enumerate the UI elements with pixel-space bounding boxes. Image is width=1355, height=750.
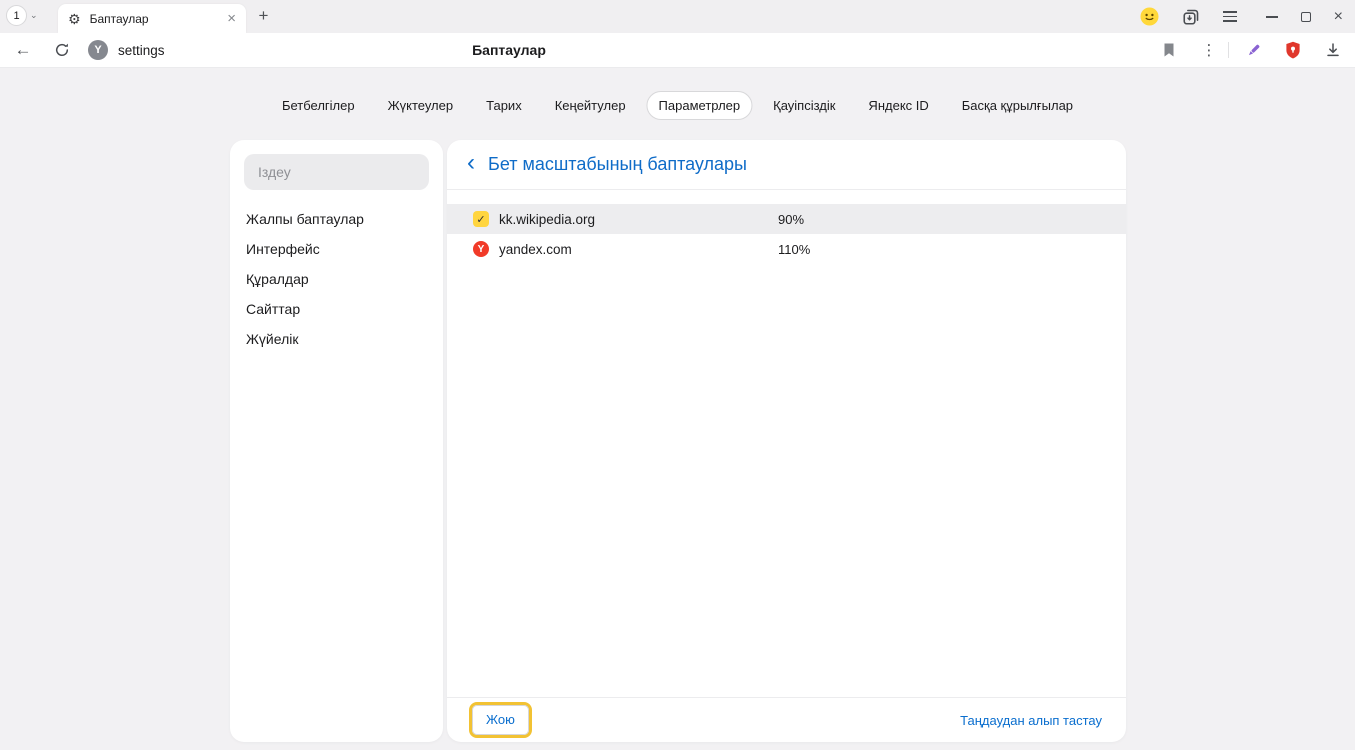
page-zoom-settings-panel: ‹ Бет масштабының баптаулары ✓ kk.wikipe…	[447, 140, 1126, 742]
back-icon[interactable]: ←	[12, 33, 34, 67]
page-title: Баптаулар	[472, 33, 546, 67]
new-tab-button[interactable]: +	[253, 6, 274, 27]
nav-tab-bookmarks[interactable]: Бетбелгілер	[270, 91, 367, 120]
panel-footer: Жою Таңдаудан алып тастау	[447, 697, 1126, 742]
nav-tab-yandex-id[interactable]: Яндекс ID	[856, 91, 940, 120]
reload-icon[interactable]	[51, 33, 73, 67]
sidebar-item-tools[interactable]: Құралдар	[230, 264, 443, 294]
tab-title: Баптаулар	[90, 12, 219, 26]
pen-icon[interactable]	[1243, 33, 1263, 67]
chevron-down-icon: ⌄	[30, 10, 38, 21]
tabbar-right-controls: ×	[1140, 0, 1343, 33]
settings-sidebar: Жалпы баптаулар Интерфейс Құралдар Сайтт…	[230, 140, 443, 742]
gear-icon: ⚙	[68, 12, 81, 26]
url-text[interactable]: settings	[118, 33, 165, 67]
tab-close-icon[interactable]: ×	[227, 11, 236, 26]
sidebar-item-interface[interactable]: Интерфейс	[230, 234, 443, 264]
site-favicon[interactable]: Y	[87, 33, 109, 67]
more-options-icon[interactable]: ⋮	[1202, 33, 1216, 67]
tab-panel-icon[interactable]	[1182, 8, 1200, 26]
rewards-icon[interactable]	[1140, 7, 1159, 26]
bookmark-icon[interactable]	[1159, 33, 1179, 67]
sidebar-menu: Жалпы баптаулар Интерфейс Құралдар Сайтт…	[230, 204, 443, 354]
site-name: yandex.com	[499, 242, 572, 257]
nav-tab-extensions[interactable]: Кеңейтулер	[543, 91, 638, 120]
window-minimize-button[interactable]	[1266, 16, 1278, 18]
sidebar-item-sites[interactable]: Сайттар	[230, 294, 443, 324]
yandex-favicon-icon: Y	[88, 40, 108, 60]
yandex-site-icon: Y	[473, 241, 489, 257]
back-chevron-icon[interactable]: ‹	[467, 151, 475, 175]
tab-count-badge[interactable]: 1	[6, 5, 27, 26]
download-icon[interactable]	[1323, 33, 1343, 67]
settings-nav-tabs: Бетбелгілер Жүктеулер Тарих Кеңейтулер П…	[270, 91, 1085, 120]
zoom-row-yandex[interactable]: Y yandex.com 110%	[447, 234, 1126, 264]
panel-header: ‹ Бет масштабының баптаулары	[447, 140, 1126, 190]
checkbox-checked-icon[interactable]: ✓	[473, 211, 489, 227]
tab-counter[interactable]: 1 ⌄	[6, 5, 38, 26]
protect-shield-icon[interactable]	[1283, 33, 1303, 67]
zoom-value: 90%	[778, 212, 804, 227]
window-maximize-button[interactable]	[1301, 12, 1311, 22]
zoom-sites-list: ✓ kk.wikipedia.org 90% Y yandex.com 110%	[447, 204, 1126, 264]
zoom-value: 110%	[778, 242, 810, 257]
nav-tab-security[interactable]: Қауіпсіздік	[761, 91, 847, 120]
window-close-button[interactable]: ×	[1334, 9, 1343, 25]
browser-tab-settings[interactable]: ⚙ Баптаулар ×	[58, 4, 246, 33]
menu-icon[interactable]	[1223, 11, 1237, 22]
panel-title[interactable]: Бет масштабының баптаулары	[488, 154, 747, 175]
delete-button[interactable]: Жою	[472, 705, 529, 735]
nav-tab-other-devices[interactable]: Басқа құрылғылар	[950, 91, 1085, 120]
address-bar: ← Y settings Баптаулар ⋮	[0, 33, 1355, 68]
browser-tabbar: 1 ⌄ ⚙ Баптаулар × + ×	[0, 0, 1355, 33]
nav-tab-downloads[interactable]: Жүктеулер	[376, 91, 466, 120]
sidebar-item-general[interactable]: Жалпы баптаулар	[230, 204, 443, 234]
delete-button-highlight: Жою	[469, 702, 532, 738]
nav-tab-settings[interactable]: Параметрлер	[647, 91, 753, 120]
deselect-all-link[interactable]: Таңдаудан алып тастау	[960, 713, 1102, 728]
search-input[interactable]	[244, 154, 429, 190]
toolbar-divider	[1228, 42, 1229, 58]
nav-tab-history[interactable]: Тарих	[474, 91, 534, 120]
zoom-row-wikipedia[interactable]: ✓ kk.wikipedia.org 90%	[447, 204, 1126, 234]
sidebar-item-system[interactable]: Жүйелік	[230, 324, 443, 354]
site-name: kk.wikipedia.org	[499, 212, 595, 227]
